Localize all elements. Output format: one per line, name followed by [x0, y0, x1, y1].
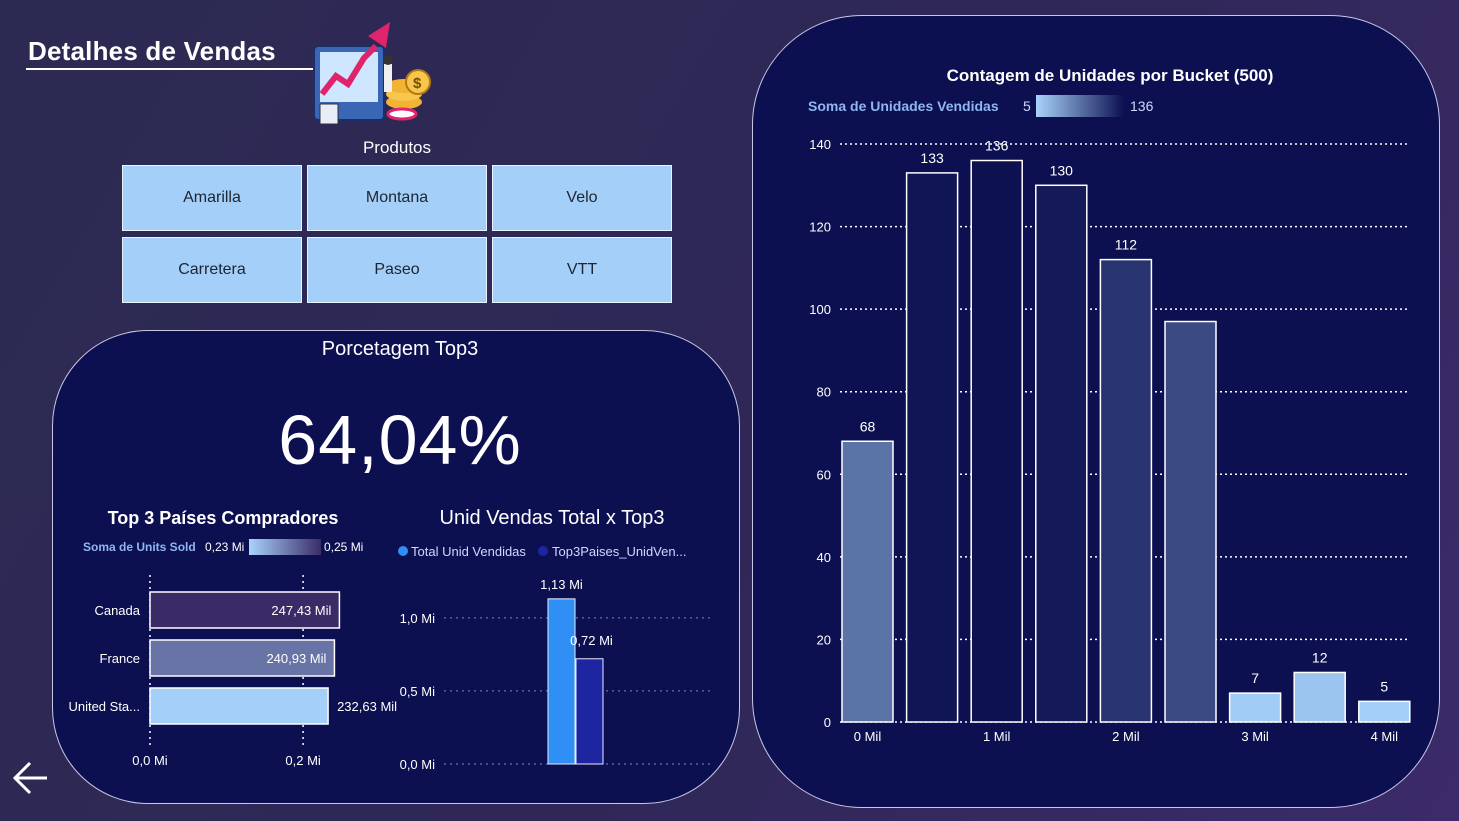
bucket-legend-gradient: [1036, 95, 1124, 117]
bucket-value-label: 133: [920, 150, 944, 166]
x-tick-label: 2 Mil: [1112, 729, 1140, 744]
top3-countries-title: Top 3 Países Compradores: [107, 508, 339, 528]
bucket-legend-max: 136: [1130, 98, 1154, 114]
country-label: Canada: [94, 603, 140, 618]
bucket-bar[interactable]: [1164, 320, 1217, 723]
units-total-vs-top3-chart: Total Unid Vendidas Top3Paises_UnidVen..…: [398, 544, 710, 772]
arrow-left-icon[interactable]: [12, 760, 50, 796]
x-tick-label: 0,2 Mi: [285, 753, 321, 768]
legend-label-total: Total Unid Vendidas: [411, 544, 526, 559]
bucket-value-label: 136: [985, 138, 1009, 154]
product-button-montana[interactable]: Montana: [307, 165, 487, 231]
x-tick-label: 1 Mil: [983, 729, 1011, 744]
country-bar[interactable]: [149, 687, 329, 725]
legend-label-top3: Top3Paises_UnidVen...: [552, 544, 686, 559]
bucket-bar[interactable]: [970, 159, 1023, 723]
kpi-value: 64,04%: [278, 401, 522, 479]
color-legend-label: Soma de Units Sold: [83, 540, 196, 554]
country-value-label: 232,63 Mil: [337, 699, 397, 714]
units-bucket-chart: Soma de Unidades Vendidas 5 136 0 20 40 60 8…: [808, 95, 1411, 744]
bucket-value-label: 7: [1251, 670, 1259, 686]
y-tick-label: 80: [817, 385, 831, 400]
units-bucket-title: Contagem de Unidades por Bucket (500): [946, 66, 1274, 85]
product-button-vtt[interactable]: VTT: [492, 237, 672, 303]
country-value-label: 240,93 Mil: [266, 651, 326, 666]
x-tick-label: 0,0 Mi: [132, 753, 168, 768]
units-total-vs-top3-title: Unid Vendas Total x Top3: [439, 507, 665, 529]
y-tick-label: 40: [817, 550, 831, 565]
legend-marker-total: [398, 546, 408, 556]
product-button-velo[interactable]: Velo: [492, 165, 672, 231]
y-tick-label: 60: [817, 467, 831, 482]
bucket-bar[interactable]: [1035, 184, 1088, 723]
product-button-amarilla[interactable]: Amarilla: [122, 165, 302, 231]
top3-countries-chart: Soma de Units Sold 0,23 Mi 0,25 Mi 0,0 M…: [68, 539, 397, 768]
x-tick-label: 0 Mil: [854, 729, 882, 744]
series-value-label: 1,13 Mi: [540, 577, 583, 592]
bucket-bar[interactable]: [1293, 671, 1346, 723]
products-label: Produtos: [362, 138, 432, 157]
bucket-bar[interactable]: [905, 172, 959, 723]
y-tick-label: 1,0 Mi: [400, 611, 436, 626]
bucket-legend-label: Soma de Unidades Vendidas: [808, 98, 999, 114]
country-label: France: [100, 651, 140, 666]
products-slicer: Amarilla Montana Velo Carretera Paseo VT…: [122, 165, 674, 305]
x-tick-label: 4 Mil: [1371, 729, 1399, 744]
series-bar[interactable]: [575, 658, 604, 765]
kpi-title: Porcetagem Top3: [321, 338, 479, 360]
country-value-label: 247,43 Mil: [271, 603, 331, 618]
series-bar[interactable]: [547, 598, 576, 765]
legend-marker-top3: [538, 546, 548, 556]
y-tick-label: 0: [824, 715, 831, 730]
svg-text:$: $: [413, 75, 422, 92]
bucket-bar[interactable]: [1228, 692, 1282, 723]
color-legend-gradient: [249, 539, 321, 555]
y-tick-label: 0,5 Mi: [400, 684, 436, 699]
bucket-value-label: 130: [1050, 162, 1074, 178]
y-tick-label: 120: [809, 220, 831, 235]
bucket-legend-min: 5: [1023, 98, 1031, 114]
bucket-value-label: 68: [860, 418, 876, 434]
sales-growth-illustration-icon: $: [313, 22, 431, 125]
series-value-label: 0,72 Mi: [570, 633, 613, 648]
bucket-value-label: 12: [1312, 649, 1328, 665]
y-tick-label: 140: [809, 137, 831, 152]
y-tick-label: 0,0 Mi: [400, 757, 436, 772]
bucket-bar[interactable]: [1358, 700, 1411, 723]
product-button-paseo[interactable]: Paseo: [307, 237, 487, 303]
color-legend-max: 0,25 Mi: [324, 540, 363, 554]
country-label: United Sta...: [68, 699, 140, 714]
title-underline: [26, 68, 316, 70]
product-button-carretera[interactable]: Carretera: [122, 237, 302, 303]
y-tick-label: 20: [817, 632, 831, 647]
bucket-bar[interactable]: [841, 440, 894, 723]
y-tick-label: 100: [809, 302, 831, 317]
page-title: Detalhes de Vendas: [28, 36, 276, 66]
x-tick-label: 3 Mil: [1241, 729, 1269, 744]
bucket-value-label: 112: [1115, 237, 1138, 253]
color-legend-min: 0,23 Mi: [205, 540, 244, 554]
bucket-value-label: 5: [1380, 678, 1388, 694]
bucket-bar[interactable]: [1099, 258, 1153, 723]
